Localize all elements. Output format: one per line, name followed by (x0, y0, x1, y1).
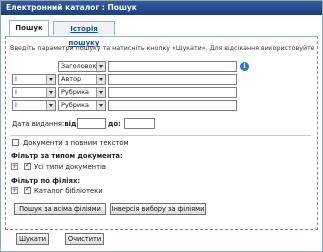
branch-filter-title: Фільтр по філіях: (11, 177, 81, 185)
date-label-text: Дата видання: (12, 120, 65, 128)
field-select-4-value: Рубрика (61, 101, 90, 109)
divider (11, 135, 311, 136)
library-catalog-checkbox[interactable] (24, 185, 31, 194)
search-term-input-2[interactable] (108, 74, 237, 85)
tab-history[interactable]: Історія пошуку (53, 21, 115, 47)
operator-select-3[interactable]: I (12, 87, 56, 98)
info-icon[interactable]: i (240, 62, 249, 71)
search-all-branches-button[interactable]: Пошук за всіма філіями (14, 203, 106, 215)
window-title: Електронний каталог : Пошук (1, 1, 322, 15)
all-doc-types-checkbox[interactable] (24, 161, 31, 170)
invert-branches-button[interactable]: Інверсія вибору за філіями (110, 203, 206, 215)
field-select-3-value: Рубрика (61, 88, 90, 96)
operator-select-2[interactable]: I (12, 74, 56, 85)
date-from-input[interactable] (77, 118, 106, 129)
instructions-text: Введіть параметри пошуку та натисніть кн… (10, 45, 314, 52)
all-doc-types-label: Усі типи документів (34, 163, 106, 171)
chevron-down-icon (46, 88, 55, 97)
chevron-down-icon (96, 62, 105, 71)
catalog-window: Електронний каталог : Пошук Пошук Історі… (0, 0, 323, 252)
search-button[interactable]: Шукати (16, 233, 49, 245)
chevron-down-icon (96, 75, 105, 84)
date-to-label: до: (108, 120, 121, 128)
tab-search-label: Пошук (15, 24, 43, 32)
tab-search[interactable]: Пошук (9, 20, 49, 36)
search-term-input-1[interactable] (108, 61, 237, 72)
chevron-down-icon (96, 101, 105, 110)
field-select-1-value: Заголовок (61, 62, 97, 70)
chevron-down-icon (46, 75, 55, 84)
field-select-4[interactable]: Рубрика (58, 100, 106, 111)
field-select-2[interactable]: Автор (58, 74, 106, 85)
search-term-input-3[interactable] (108, 87, 237, 98)
field-select-2-value: Автор (61, 75, 82, 83)
field-select-1[interactable]: Заголовок (58, 61, 106, 72)
tab-strip: Пошук Історія пошуку (5, 19, 318, 47)
fulltext-label: Документи з повним текстом (23, 139, 129, 147)
date-to-input[interactable] (124, 118, 155, 129)
fulltext-checkbox[interactable] (12, 139, 19, 146)
library-catalog-label: Каталог бібліотеки (34, 187, 103, 195)
expand-icon[interactable]: + (11, 187, 18, 194)
operator-select-2-value: I (15, 75, 17, 83)
search-term-input-4[interactable] (108, 100, 237, 111)
chevron-down-icon (46, 101, 55, 110)
operator-select-3-value: I (15, 88, 17, 96)
operator-select-4[interactable]: I (12, 100, 56, 111)
expand-icon[interactable]: + (11, 163, 18, 170)
chevron-down-icon (96, 88, 105, 97)
date-label: Дата видання:від: (12, 120, 79, 128)
operator-select-4-value: I (15, 101, 17, 109)
doc-type-filter-title: Фільтр за типом документа: (11, 152, 123, 160)
field-select-3[interactable]: Рубрика (58, 87, 106, 98)
clear-button[interactable]: Очистити (65, 233, 104, 245)
